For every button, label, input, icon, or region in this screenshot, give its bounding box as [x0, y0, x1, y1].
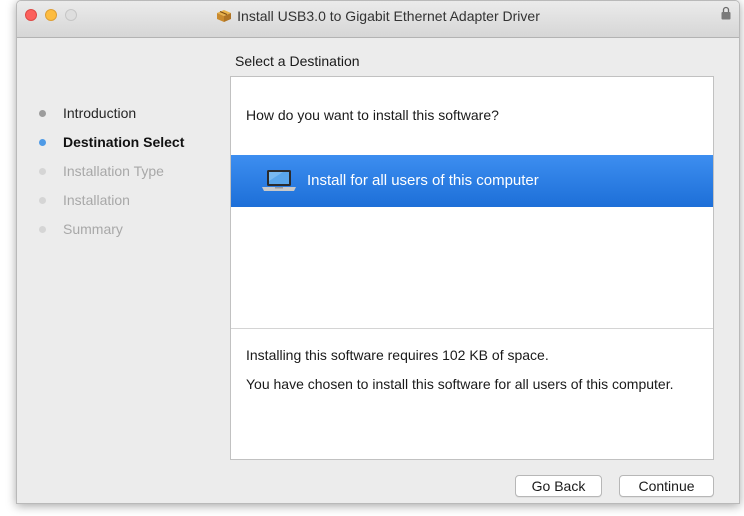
- lock-icon[interactable]: [721, 6, 731, 20]
- step-status-dot: [39, 168, 46, 175]
- laptop-icon: [262, 170, 296, 191]
- title-bar[interactable]: Install USB3.0 to Gigabit Ethernet Adapt…: [17, 1, 739, 38]
- destination-panel: How do you want to install this software…: [230, 76, 714, 460]
- step-installation-type: Installation Type: [35, 163, 235, 192]
- install-all-users-option[interactable]: Install for all users of this computer: [231, 155, 713, 207]
- install-question: How do you want to install this software…: [246, 107, 499, 123]
- step-label: Installation Type: [63, 163, 164, 179]
- step-introduction: Introduction: [35, 105, 235, 134]
- panel-divider: [231, 328, 713, 329]
- step-destination-select: Destination Select: [35, 134, 235, 163]
- step-status-dot: [39, 139, 46, 146]
- step-status-dot: [39, 110, 46, 117]
- installer-package-icon: [217, 10, 232, 22]
- window-title-group: Install USB3.0 to Gigabit Ethernet Adapt…: [17, 1, 739, 37]
- space-requirement-text: Installing this software requires 102 KB…: [246, 347, 549, 363]
- window-title: Install USB3.0 to Gigabit Ethernet Adapt…: [237, 8, 540, 24]
- go-back-button[interactable]: Go Back: [515, 475, 602, 497]
- step-label: Installation: [63, 192, 130, 208]
- step-installation: Installation: [35, 192, 235, 221]
- step-label: Summary: [63, 221, 123, 237]
- continue-button[interactable]: Continue: [619, 475, 714, 497]
- choice-summary-text: You have chosen to install this software…: [246, 376, 674, 392]
- step-status-dot: [39, 197, 46, 204]
- step-label: Destination Select: [63, 134, 185, 150]
- installer-steps: Introduction Destination Select Installa…: [35, 105, 235, 250]
- step-status-dot: [39, 226, 46, 233]
- step-summary: Summary: [35, 221, 235, 250]
- section-title: Select a Destination: [235, 53, 360, 69]
- option-label: Install for all users of this computer: [307, 172, 539, 189]
- installer-window: Install USB3.0 to Gigabit Ethernet Adapt…: [16, 0, 740, 504]
- step-label: Introduction: [63, 105, 137, 121]
